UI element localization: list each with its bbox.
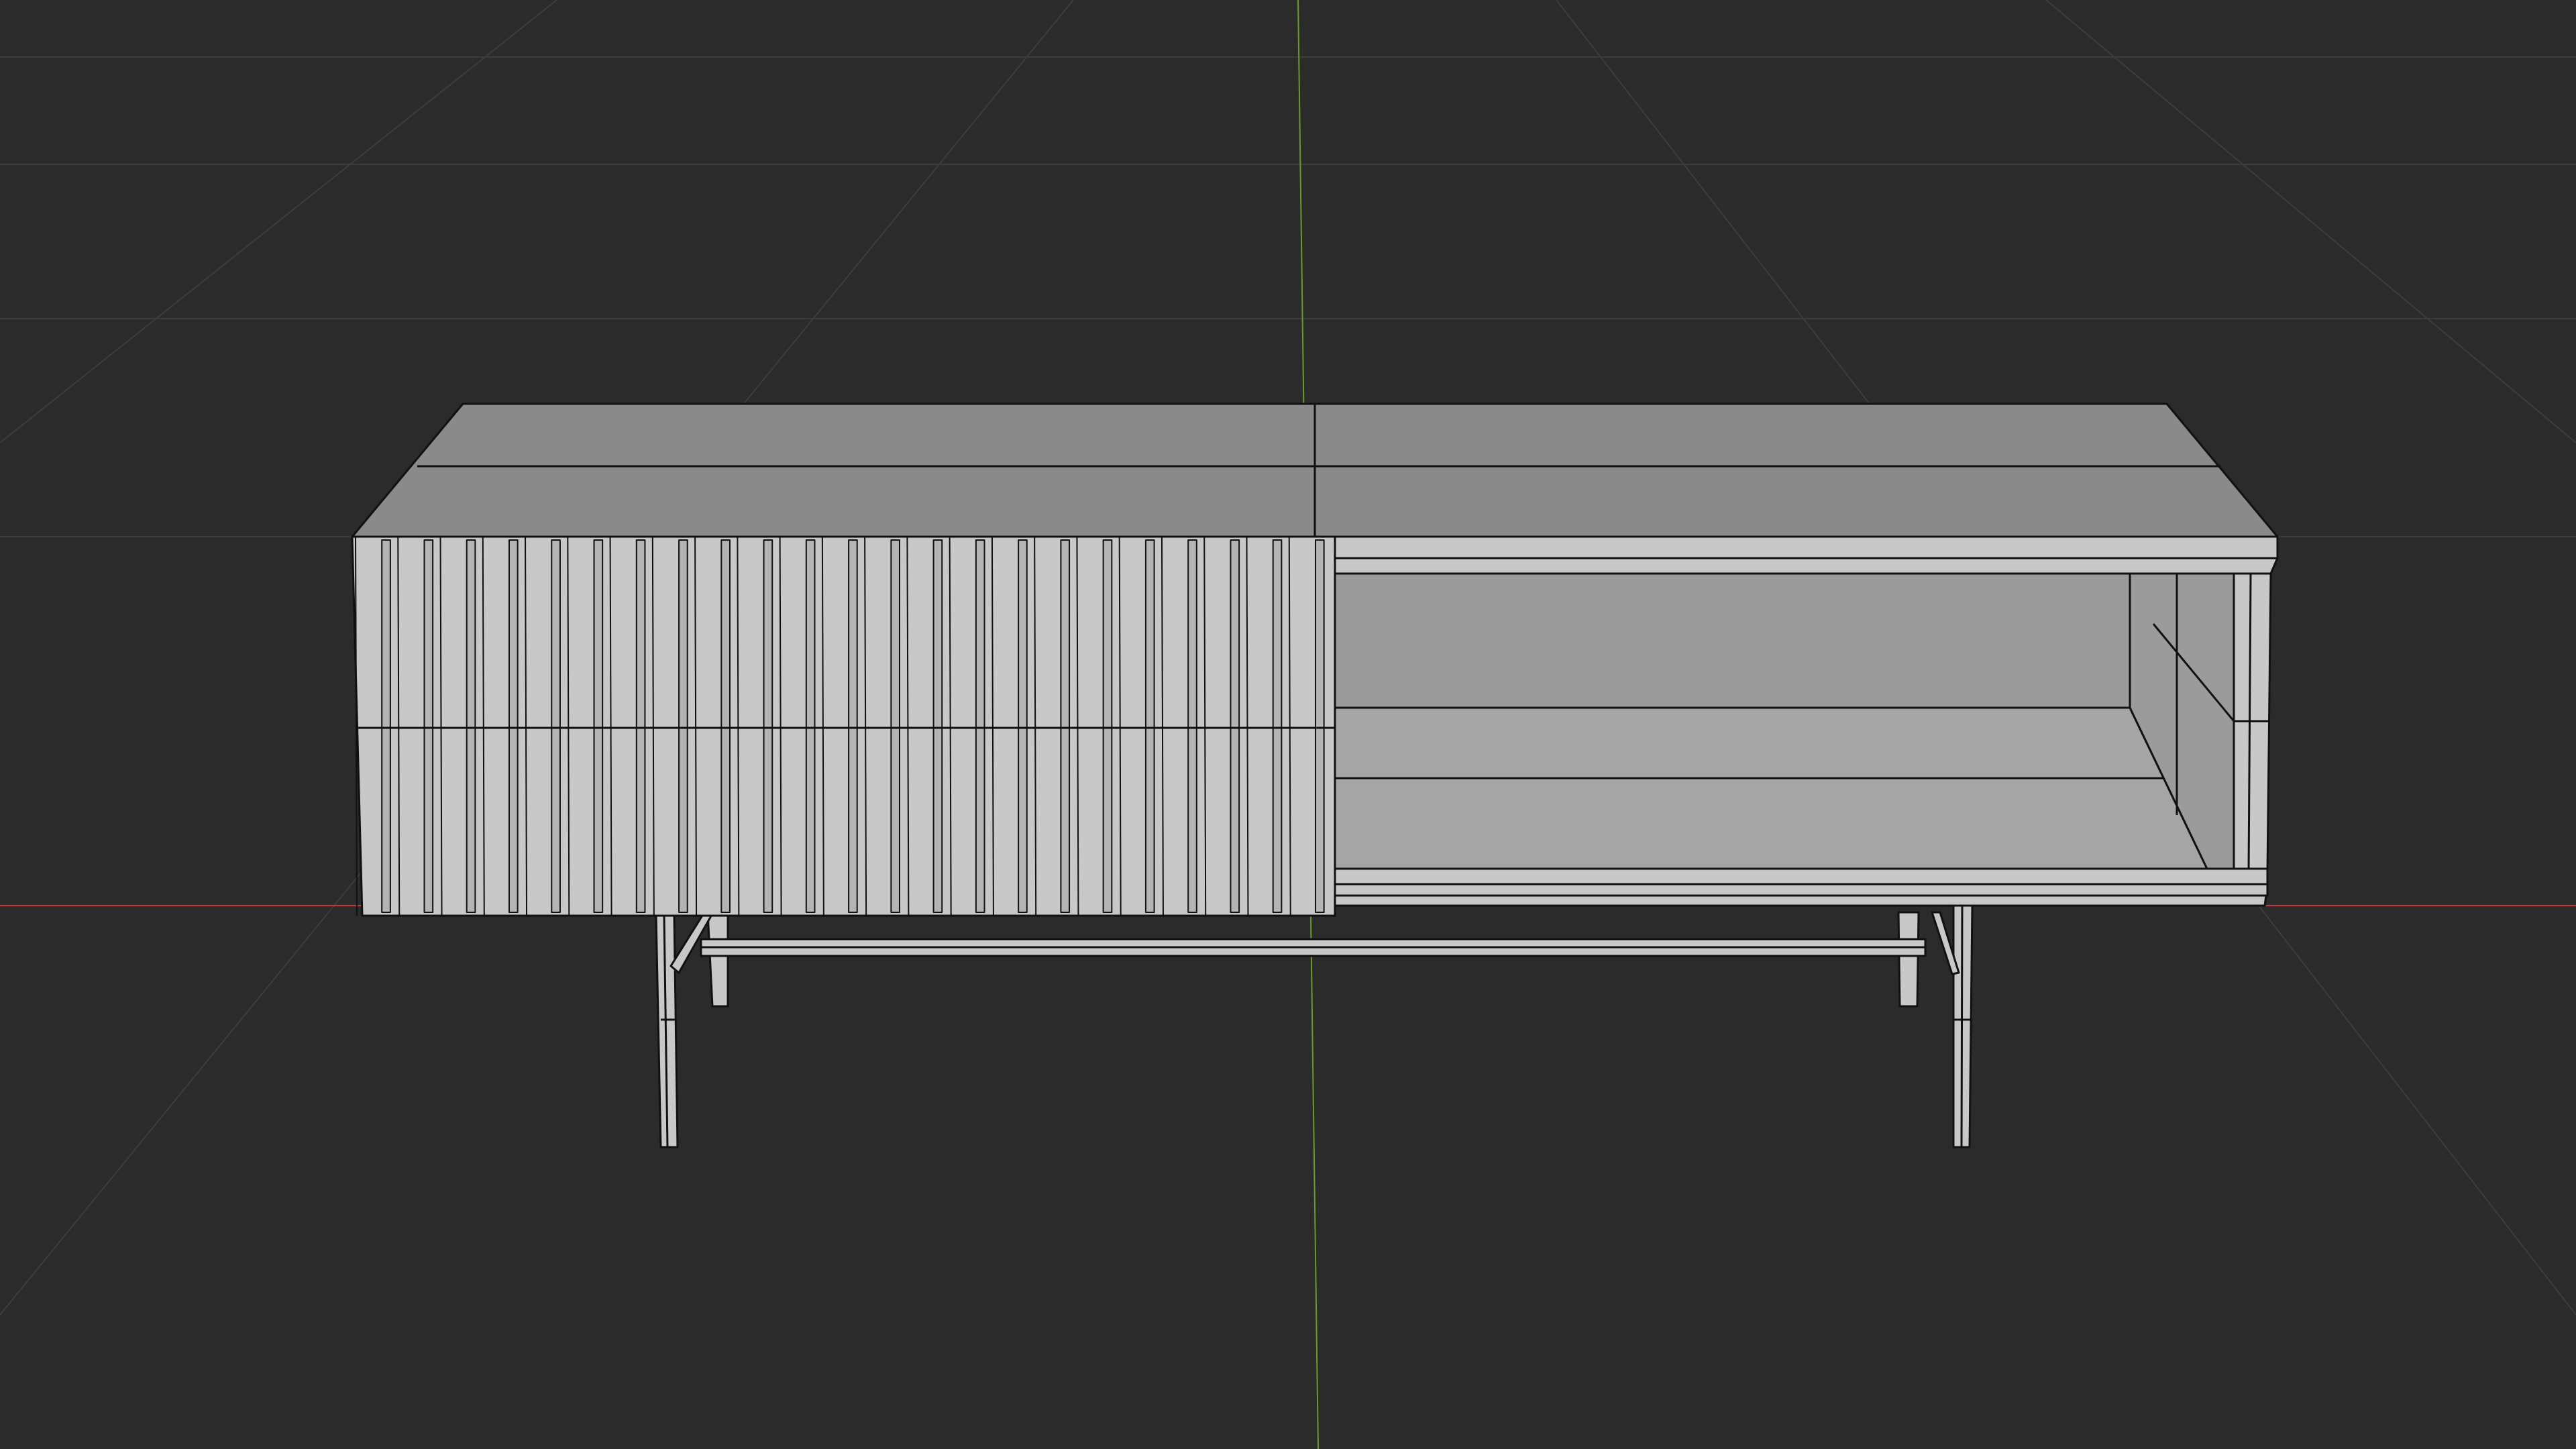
door-slat-groove xyxy=(1272,539,1283,913)
slatted-door-front xyxy=(351,535,1336,917)
grid-line xyxy=(0,0,557,443)
3d-viewport[interactable] xyxy=(0,0,2576,1449)
door-slat-groove xyxy=(1230,539,1240,913)
compartment-back-wall xyxy=(1334,572,2131,709)
compartment-floor xyxy=(1334,706,2208,870)
door-slat-groove xyxy=(1060,539,1071,913)
door-slat-groove xyxy=(805,539,816,913)
open-compartment xyxy=(1334,572,2272,907)
grid-line xyxy=(2045,0,2576,443)
bottom-shelf-underside xyxy=(1334,894,2267,907)
door-slat-groove xyxy=(1187,539,1197,913)
sideboard-mesh[interactable] xyxy=(351,402,2279,1148)
bottom-shelf-edge xyxy=(1334,867,2269,897)
door-slat-groove xyxy=(381,539,391,913)
leg-back-left xyxy=(706,911,729,1008)
door-slat-groove xyxy=(593,539,604,913)
door-slat-groove xyxy=(720,539,731,913)
door-slat-groove xyxy=(508,539,519,913)
door-slat-groove xyxy=(932,539,943,913)
door-slat-groove xyxy=(975,539,985,913)
top-front-edge xyxy=(1334,535,2279,559)
door-slat-groove xyxy=(1018,539,1028,913)
door-slat-groove xyxy=(635,539,646,913)
door-slat-groove xyxy=(466,539,476,913)
leg-back-right xyxy=(1897,911,1920,1008)
door-slat-groove xyxy=(848,539,858,913)
door-slat-groove xyxy=(1144,539,1155,913)
side-panel-front-edge xyxy=(2233,572,2272,873)
door-slat-groove xyxy=(890,539,901,913)
door-slat-groove xyxy=(763,539,773,913)
door-slat-groove xyxy=(1314,539,1325,913)
door-slat-groove xyxy=(1102,539,1113,913)
door-slat-groove xyxy=(678,539,688,913)
top-front-lip xyxy=(1334,557,2279,575)
door-slat-groove xyxy=(551,539,561,913)
door-slat-groove xyxy=(423,539,434,913)
viewport-canvas[interactable] xyxy=(0,0,2576,1449)
